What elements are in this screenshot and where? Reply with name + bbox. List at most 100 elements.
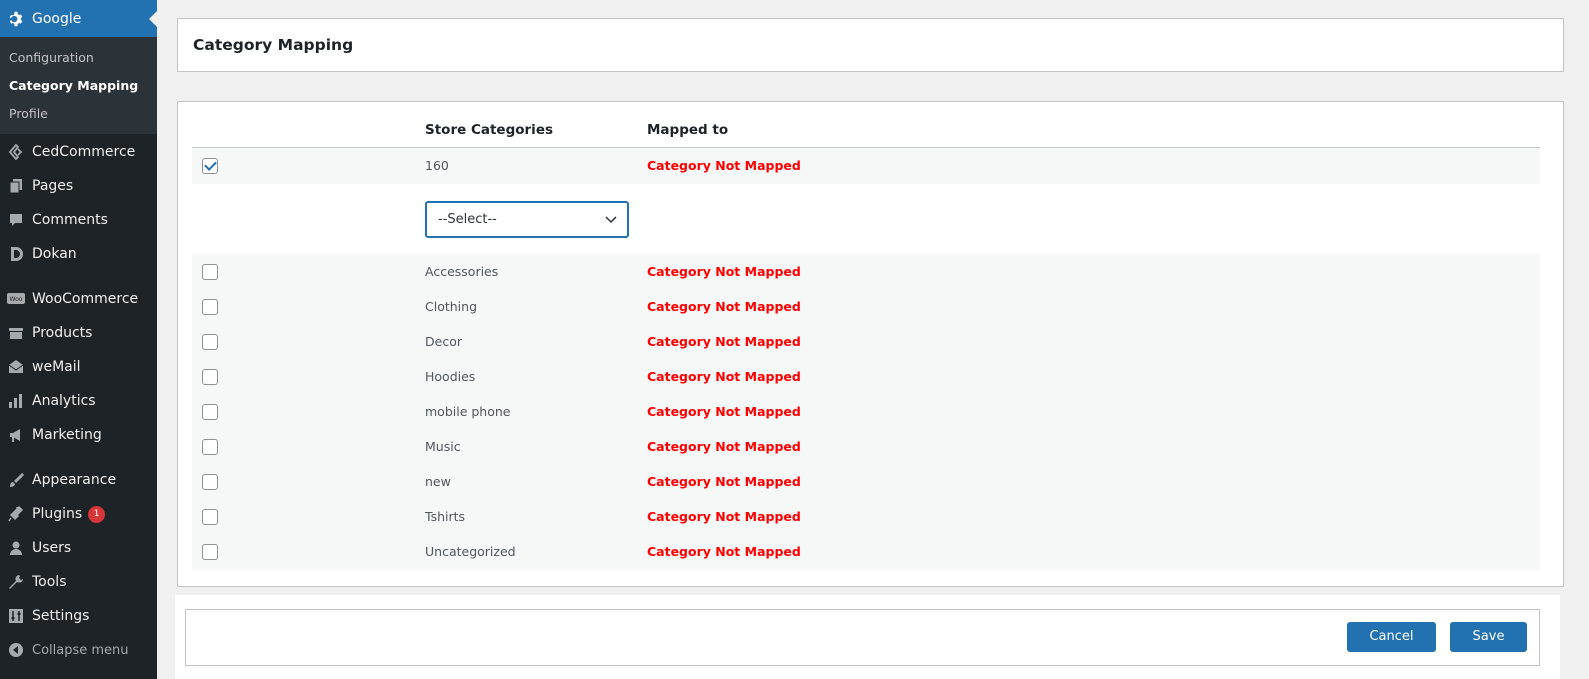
row-checkbox[interactable] — [202, 474, 218, 490]
page-title: Category Mapping — [193, 36, 354, 54]
sidebar-item-label: Marketing — [32, 427, 102, 443]
sidebar-item-label: Tools — [32, 574, 67, 590]
sidebar-item-google[interactable]: Google — [0, 0, 157, 37]
google-submenu: Configuration Category Mapping Profile — [0, 37, 157, 134]
cedcommerce-icon — [0, 144, 32, 160]
mapping-status: Category Not Mapped — [647, 264, 801, 279]
mapping-status: Category Not Mapped — [647, 544, 801, 559]
store-category: Music — [425, 439, 461, 454]
table-header: Store Categories Mapped to — [192, 102, 1540, 148]
store-category: Decor — [425, 334, 462, 349]
admin-sidebar: Google Configuration Category Mapping Pr… — [0, 0, 157, 679]
sidebar-item-users[interactable]: Users — [0, 531, 157, 565]
column-header-mapped-to: Mapped to — [647, 122, 729, 138]
sidebar-item-marketing[interactable]: Marketing — [0, 418, 157, 452]
row-checkbox[interactable] — [202, 264, 218, 280]
category-select[interactable]: --Select-- — [425, 201, 629, 238]
table-row: Tshirts Category Not Mapped — [192, 499, 1540, 535]
sidebar-item-label: Pages — [32, 178, 74, 194]
category-mapping-table: Store Categories Mapped to 160 Category … — [177, 101, 1564, 587]
table-row: new Category Not Mapped — [192, 464, 1540, 500]
mapping-status: Category Not Mapped — [647, 509, 801, 524]
table-row: 160 Category Not Mapped — [192, 148, 1540, 184]
tools-icon — [0, 574, 32, 590]
sidebar-item-dokan[interactable]: Dokan — [0, 237, 157, 271]
sidebar-item-label: Settings — [32, 608, 90, 624]
sidebar-item-label: Comments — [32, 212, 108, 228]
pages-icon — [0, 178, 32, 194]
settings-sliders-icon — [0, 608, 32, 624]
row-checkbox[interactable] — [202, 334, 218, 350]
sidebar-item-products[interactable]: Products — [0, 316, 157, 350]
store-category: Hoodies — [425, 369, 476, 384]
table-row: Accessories Category Not Mapped — [192, 254, 1540, 290]
gear-icon — [0, 10, 32, 28]
wemail-icon — [0, 359, 32, 375]
sidebar-item-comments[interactable]: Comments — [0, 203, 157, 237]
comments-icon — [0, 212, 32, 228]
store-category: Clothing — [425, 299, 478, 314]
footer-actions-box: Cancel Save — [185, 609, 1540, 666]
column-header-store-categories: Store Categories — [425, 122, 554, 138]
row-checkbox[interactable] — [202, 439, 218, 455]
submenu-configuration[interactable]: Configuration — [0, 44, 157, 72]
mapping-status: Category Not Mapped — [647, 299, 801, 314]
row-checkbox[interactable] — [202, 404, 218, 420]
table-row: mobile phone Category Not Mapped — [192, 394, 1540, 430]
dokan-icon — [0, 246, 32, 262]
sidebar-item-tools[interactable]: Tools — [0, 565, 157, 599]
chevron-down-icon — [605, 213, 617, 229]
sidebar-item-label: WooCommerce — [32, 291, 139, 307]
cancel-button[interactable]: Cancel — [1347, 622, 1436, 652]
current-menu-arrow — [149, 11, 157, 27]
plugins-icon — [0, 506, 32, 522]
sidebar-item-settings[interactable]: Settings — [0, 599, 157, 633]
sidebar-item-wemail[interactable]: weMail — [0, 350, 157, 384]
row-checkbox[interactable] — [202, 369, 218, 385]
appearance-icon — [0, 472, 32, 488]
sidebar-item-label: Analytics — [32, 393, 96, 409]
sidebar-item-label: Products — [32, 325, 93, 341]
table-row: Hoodies Category Not Mapped — [192, 359, 1540, 395]
sidebar-item-label: weMail — [32, 359, 81, 375]
mapping-status: Category Not Mapped — [647, 439, 801, 454]
mapping-status: Category Not Mapped — [647, 369, 801, 384]
sidebar-item-plugins[interactable]: Plugins 1 — [0, 497, 157, 531]
collapse-menu-label: Collapse menu — [32, 642, 129, 658]
sidebar-item-pages[interactable]: Pages — [0, 169, 157, 203]
save-button[interactable]: Save — [1450, 622, 1527, 652]
sidebar-item-label: Google — [32, 10, 82, 27]
sidebar-item-woocommerce[interactable]: Woo WooCommerce — [0, 282, 157, 316]
table-row: Decor Category Not Mapped — [192, 324, 1540, 360]
category-select-row: --Select-- — [192, 185, 1540, 256]
sidebar-item-label: CedCommerce — [32, 144, 136, 160]
table-row: Music Category Not Mapped — [192, 429, 1540, 465]
collapse-arrow-icon — [0, 642, 32, 658]
update-count-badge: 1 — [88, 505, 106, 523]
sidebar-item-appearance[interactable]: Appearance — [0, 463, 157, 497]
footer-actions: Cancel Save — [175, 595, 1560, 679]
collapse-menu-button[interactable]: Collapse menu — [0, 633, 157, 667]
sidebar-item-analytics[interactable]: Analytics — [0, 384, 157, 418]
products-icon — [0, 325, 32, 341]
row-checkbox[interactable] — [202, 158, 218, 174]
row-checkbox[interactable] — [202, 509, 218, 525]
store-category: Uncategorized — [425, 544, 516, 559]
marketing-icon — [0, 427, 32, 443]
svg-text:Woo: Woo — [10, 296, 23, 303]
store-category: mobile phone — [425, 404, 511, 419]
mapping-status: Category Not Mapped — [647, 158, 801, 173]
sidebar-item-label: Dokan — [32, 246, 77, 262]
mapping-status: Category Not Mapped — [647, 404, 801, 419]
sidebar-item-label: Plugins — [32, 506, 83, 522]
submenu-profile[interactable]: Profile — [0, 100, 157, 128]
row-checkbox[interactable] — [202, 299, 218, 315]
store-category: 160 — [425, 158, 449, 173]
users-icon — [0, 540, 32, 556]
page-header: Category Mapping — [177, 18, 1564, 72]
row-checkbox[interactable] — [202, 544, 218, 560]
select-value: --Select-- — [438, 212, 497, 227]
submenu-category-mapping[interactable]: Category Mapping — [0, 72, 157, 100]
table-row: Uncategorized Category Not Mapped — [192, 534, 1540, 570]
sidebar-item-cedcommerce[interactable]: CedCommerce — [0, 135, 157, 169]
